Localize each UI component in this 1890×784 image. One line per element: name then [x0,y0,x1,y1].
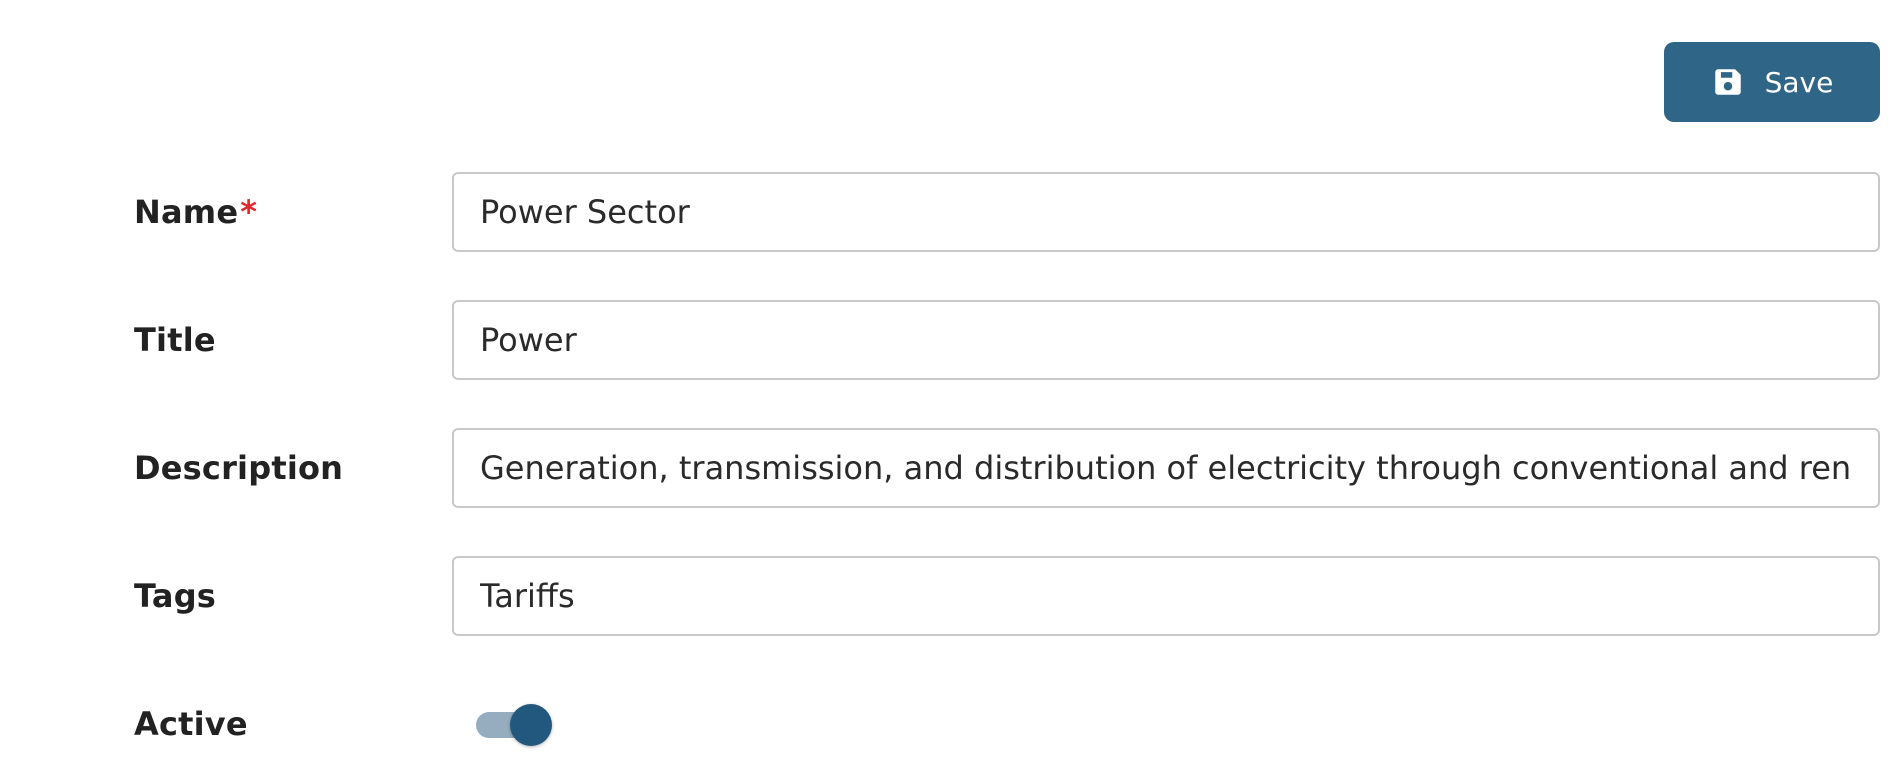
active-label: Active [134,705,248,743]
active-toggle[interactable] [474,702,554,746]
form-row-title: Title [0,300,1890,380]
tags-label: Tags [134,577,217,615]
save-button-label: Save [1764,65,1834,99]
description-label: Description [134,449,344,487]
description-input[interactable] [452,428,1880,508]
form-row-active: Active [0,684,1890,764]
required-marker: * [240,193,258,231]
title-label: Title [134,321,216,359]
tags-input[interactable] [452,556,1880,636]
form-row-name: Name * [0,172,1890,252]
form-row-tags: Tags [0,556,1890,636]
name-label: Name * [134,172,257,252]
name-label-text: Name [134,193,239,231]
name-input[interactable] [452,172,1880,252]
title-input[interactable] [452,300,1880,380]
floppy-disk-icon [1711,65,1745,99]
form-row-description: Description [0,428,1890,508]
active-toggle-thumb [510,704,552,746]
save-button[interactable]: Save [1664,42,1880,122]
